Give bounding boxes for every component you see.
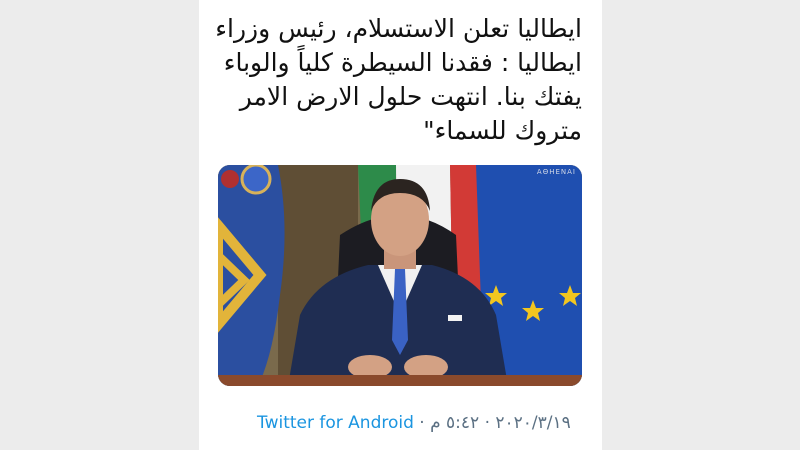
tweet-text-line: متروك للسماء" bbox=[423, 116, 582, 145]
client-link[interactable]: Twitter for Android bbox=[257, 413, 414, 433]
tweet-text-line: ايطاليا تعلن الاستسلام، رئيس وزراء bbox=[215, 14, 582, 43]
tweet-text-line: يفتك بنا. انتهت حلول الارض الامر bbox=[239, 82, 582, 111]
media-photo bbox=[218, 165, 582, 386]
tweet-date[interactable]: ٢٠٢٠/٣/١٩ bbox=[495, 413, 570, 433]
tweet-media-image[interactable]: AΘHENAI bbox=[218, 165, 582, 386]
tweet-card[interactable]: ايطاليا تعلن الاستسلام، رئيس وزراء ايطال… bbox=[199, 0, 602, 450]
page: ايطاليا تعلن الاستسلام، رئيس وزراء ايطال… bbox=[0, 0, 800, 450]
media-watermark: AΘHENAI bbox=[536, 168, 576, 176]
footer-separator: · bbox=[419, 413, 425, 433]
footer-separator: · bbox=[484, 413, 490, 433]
tweet-text: ايطاليا تعلن الاستسلام، رئيس وزراء ايطال… bbox=[212, 12, 582, 148]
desk bbox=[218, 375, 582, 386]
tweet-footer: Twitter for Android · ٢٠٢٠/٣/١٩ · ٥:٤٢ م bbox=[257, 413, 571, 433]
tweet-time[interactable]: ٥:٤٢ م bbox=[430, 413, 479, 433]
pocket-square bbox=[448, 315, 462, 321]
tweet-text-line: ايطاليا : فقدنا السيطرة كلياً والوباء bbox=[223, 48, 582, 77]
